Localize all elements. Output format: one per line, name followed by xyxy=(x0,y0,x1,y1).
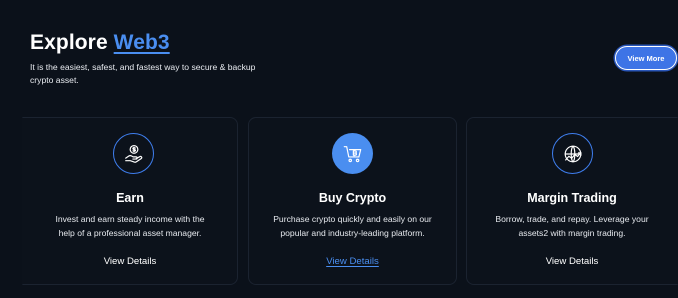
explore-web3-section: Explore Web3 It is the easiest, safest, … xyxy=(0,0,678,298)
view-details-link[interactable]: View Details xyxy=(249,256,456,268)
card-title: Earn xyxy=(116,191,144,205)
cart-bitcoin-icon xyxy=(332,133,373,174)
card-title: Buy Crypto xyxy=(318,191,387,205)
page-title: Explore Web3 xyxy=(30,30,170,56)
card-buy-crypto: Buy Crypto Purchase crypto quickly and e… xyxy=(248,117,457,285)
card-description: Invest and earn steady income with the h… xyxy=(55,214,205,238)
view-details-link[interactable]: View Details xyxy=(23,256,237,268)
card-description: Borrow, trade, and repay. Leverage your … xyxy=(495,214,649,238)
title-accent-link[interactable]: Web3 xyxy=(114,31,170,54)
globe-chart-icon xyxy=(552,133,593,174)
hero-description: It is the easiest, safest, and fastest w… xyxy=(30,62,256,85)
card-earn: Earn Invest and earn steady income with … xyxy=(22,117,238,285)
card-title: Margin Trading xyxy=(527,191,617,205)
card-description: Purchase crypto quickly and easily on ou… xyxy=(273,214,432,238)
title-prefix: Explore xyxy=(30,31,114,54)
view-details-link[interactable]: View Details xyxy=(467,256,677,268)
hand-dollar-icon xyxy=(113,133,154,174)
card-margin-trading: Margin Trading Borrow, trade, and repay.… xyxy=(466,117,678,285)
view-more-button[interactable]: View More xyxy=(615,46,677,70)
